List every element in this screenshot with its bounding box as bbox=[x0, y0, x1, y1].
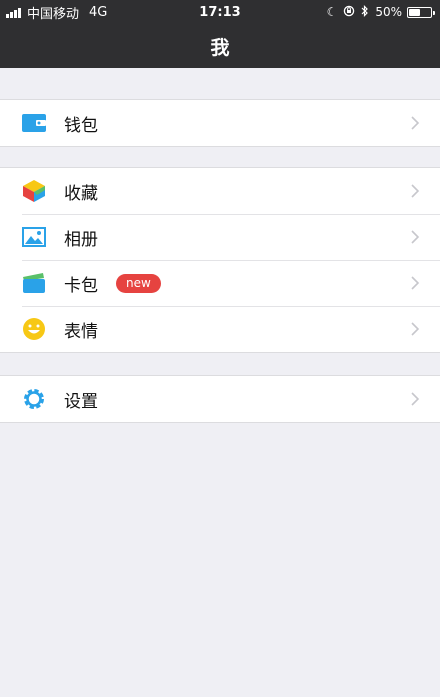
menu-item-card-pack[interactable]: 卡包 new bbox=[0, 260, 440, 306]
menu-group-wallet: 钱包 bbox=[0, 99, 440, 147]
menu-group-main: 收藏 相册 卡包 new 表情 bbox=[0, 167, 440, 353]
menu-item-label: 钱包 bbox=[64, 115, 98, 136]
do-not-disturb-moon-icon: ☾ bbox=[326, 5, 338, 19]
status-bar: 中国移动 4G 17:13 ☾ 50% bbox=[0, 0, 440, 24]
chevron-right-icon bbox=[411, 276, 420, 290]
bluetooth-icon bbox=[361, 5, 369, 19]
wallet-icon bbox=[22, 111, 46, 135]
page-title: 我 bbox=[210, 36, 230, 59]
chevron-right-icon bbox=[411, 184, 420, 198]
chevron-right-icon bbox=[411, 322, 420, 336]
chevron-right-icon bbox=[411, 116, 420, 130]
battery-icon bbox=[407, 6, 435, 18]
menu-item-wallet[interactable]: 钱包 bbox=[0, 100, 440, 146]
nav-bar: 我 bbox=[0, 24, 440, 68]
chevron-right-icon bbox=[411, 392, 420, 406]
menu-item-emoji[interactable]: 表情 bbox=[0, 306, 440, 352]
menu-group-settings: 设置 bbox=[0, 375, 440, 423]
menu-item-label: 设置 bbox=[64, 391, 98, 412]
orientation-lock-icon bbox=[343, 5, 355, 19]
favorites-cube-icon bbox=[22, 179, 46, 203]
menu-item-album[interactable]: 相册 bbox=[0, 214, 440, 260]
signal-strength-icon bbox=[6, 7, 22, 18]
status-bar-right: ☾ 50% bbox=[321, 5, 440, 19]
settings-gear-icon bbox=[22, 387, 46, 411]
network-type: 4G bbox=[89, 4, 108, 20]
new-badge: new bbox=[116, 273, 161, 293]
status-bar-left: 中国移动 4G bbox=[0, 3, 107, 22]
menu-item-favorites[interactable]: 收藏 bbox=[0, 168, 440, 214]
battery-percent: 50% bbox=[375, 5, 402, 19]
menu-item-label: 收藏 bbox=[64, 183, 98, 204]
menu-item-settings[interactable]: 设置 bbox=[0, 376, 440, 422]
menu-item-label: 相册 bbox=[64, 229, 98, 250]
card-pack-icon bbox=[22, 271, 46, 295]
emoji-smile-icon bbox=[22, 317, 46, 341]
menu-item-label: 卡包 bbox=[64, 275, 98, 296]
chevron-right-icon bbox=[411, 230, 420, 244]
carrier-name: 中国移动 bbox=[27, 6, 80, 22]
menu-item-label: 表情 bbox=[64, 321, 98, 342]
album-icon bbox=[22, 225, 46, 249]
